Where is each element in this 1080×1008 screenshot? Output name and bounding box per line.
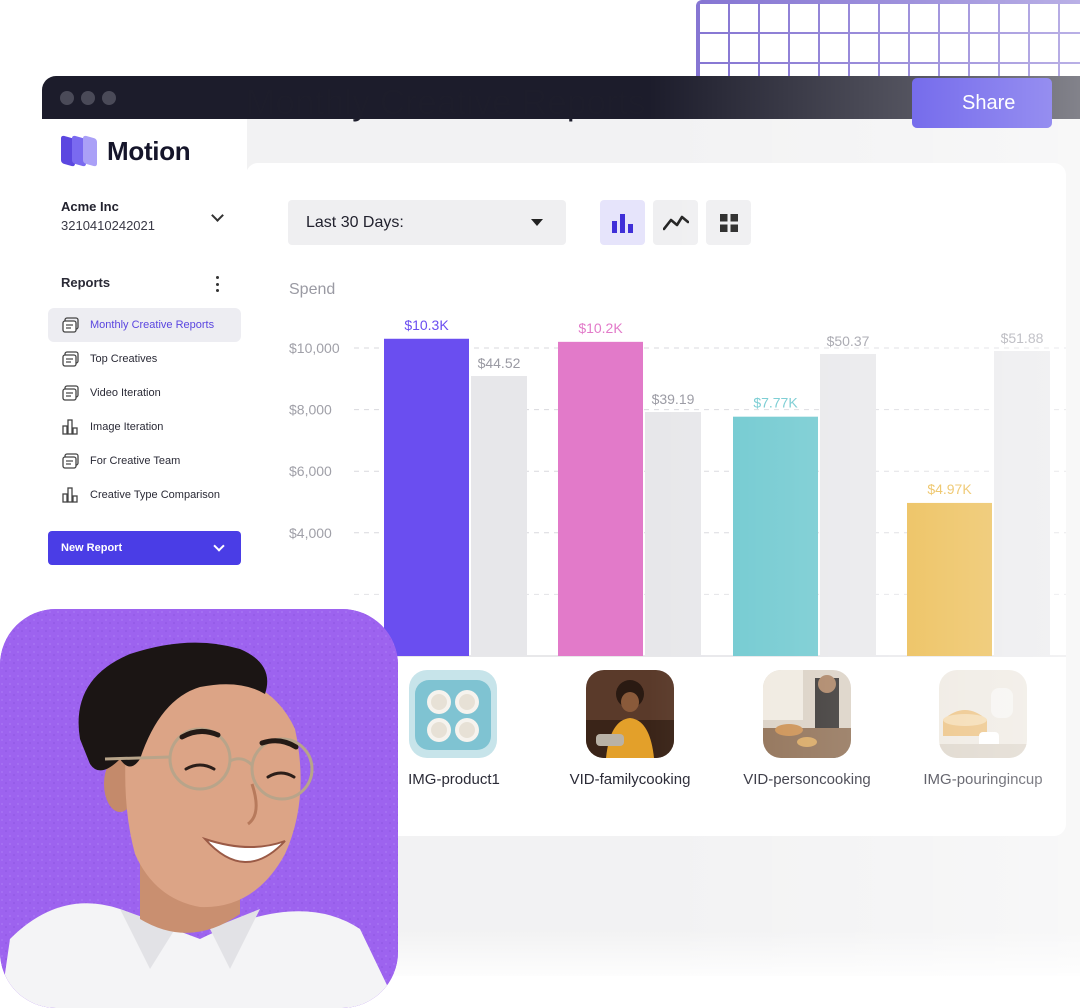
share-button[interactable]: Share bbox=[912, 78, 1052, 128]
new-report-label: New Report bbox=[61, 542, 123, 554]
creative-label: VID-familycooking bbox=[569, 771, 691, 788]
motion-logo-icon bbox=[61, 135, 99, 167]
secondary-metric-bar[interactable] bbox=[645, 412, 701, 656]
more-options-icon[interactable] bbox=[212, 276, 222, 292]
window-dot-icon bbox=[102, 91, 116, 105]
decorative-grid bbox=[696, 0, 1080, 76]
secondary-value-label: $50.37 bbox=[827, 333, 870, 349]
sidebar-item-label: Top Creatives bbox=[90, 353, 158, 365]
spend-bar-chart: Spend $10,000 $8,000 $6,000 $4,000 $10.3K $44.… bbox=[289, 281, 1066, 657]
window-dot-icon bbox=[81, 91, 95, 105]
sidebar-item-top-creatives[interactable]: Top Creatives bbox=[48, 342, 241, 376]
sidebar-item-video-iteration[interactable]: Video Iteration bbox=[48, 376, 241, 410]
spend-bar[interactable] bbox=[907, 502, 992, 656]
spend-bar[interactable] bbox=[558, 341, 643, 656]
marketing-screenshot: Motion Acme Inc 3210410242021 Reports Mo… bbox=[0, 0, 1080, 1008]
sidebar-item-label: For Creative Team bbox=[90, 455, 181, 467]
secondary-metric-bar[interactable] bbox=[820, 354, 876, 656]
spend-value-label: $10.3K bbox=[404, 317, 449, 333]
sidebar-item-label: Creative Type Comparison bbox=[90, 489, 221, 501]
chevron-down-icon bbox=[213, 540, 225, 552]
report-icon bbox=[62, 453, 79, 469]
y-tick-label: $6,000 bbox=[289, 463, 332, 479]
person-cooking-image bbox=[763, 670, 851, 758]
reports-section-title: Reports bbox=[61, 275, 111, 290]
reports-nav: Monthly Creative Reports Top Creatives Vid… bbox=[48, 308, 241, 512]
bar-report-icon bbox=[62, 419, 79, 435]
spend-value-label: $10.2K bbox=[578, 320, 623, 336]
account-name: Acme Inc bbox=[61, 199, 119, 214]
new-report-button[interactable]: New Report bbox=[48, 531, 241, 565]
account-switcher[interactable]: Acme Inc 3210410242021 bbox=[61, 199, 231, 233]
report-icon bbox=[62, 351, 79, 367]
family-cooking-image bbox=[586, 670, 674, 758]
muffin-tray-image bbox=[409, 670, 497, 758]
secondary-value-label: $44.52 bbox=[478, 355, 521, 371]
sidebar-item-label: Monthly Creative Reports bbox=[90, 319, 215, 331]
secondary-metric-bar[interactable] bbox=[994, 351, 1050, 656]
sidebar-item-creative-type-comparison[interactable]: Creative Type Comparison bbox=[48, 478, 241, 512]
report-icon bbox=[62, 317, 79, 333]
secondary-value-label: $39.19 bbox=[652, 391, 695, 407]
creative-thumbnail[interactable] bbox=[586, 670, 674, 758]
sidebar-item-label: Video Iteration bbox=[90, 387, 161, 399]
spend-value-label: $4.97K bbox=[927, 481, 972, 497]
secondary-metric-bar[interactable] bbox=[471, 376, 527, 656]
report-icon bbox=[62, 385, 79, 401]
window-dot-icon bbox=[60, 91, 74, 105]
y-tick-label: $4,000 bbox=[289, 525, 332, 541]
page-title: Monthly Creative Reports bbox=[246, 83, 646, 122]
creative-label: VID-personcooking bbox=[743, 771, 871, 788]
share-label: Share bbox=[962, 91, 1016, 114]
sidebar-item-for-creative-team[interactable]: For Creative Team bbox=[48, 444, 241, 478]
creative-thumbnail[interactable] bbox=[409, 670, 497, 758]
creative-thumbnail[interactable] bbox=[763, 670, 851, 758]
spend-bar[interactable] bbox=[733, 416, 818, 656]
pouring-cup-image bbox=[939, 670, 1027, 758]
creative-label: IMG-pouringincup bbox=[923, 771, 1043, 788]
secondary-value-label: $51.88 bbox=[1001, 330, 1044, 346]
spend-value-label: $7.77K bbox=[753, 395, 798, 411]
brand-logo[interactable]: Motion bbox=[61, 135, 191, 167]
account-id: 3210410242021 bbox=[61, 218, 155, 233]
y-tick-label: $10,000 bbox=[289, 340, 340, 356]
sidebar-item-image-iteration[interactable]: Image Iteration bbox=[48, 410, 241, 444]
creative-label: IMG-product1 bbox=[408, 771, 500, 788]
y-axis-label: Spend bbox=[289, 281, 335, 298]
customer-portrait bbox=[0, 609, 398, 1008]
creative-thumbnail[interactable] bbox=[939, 670, 1027, 758]
sidebar-item-monthly-creative-reports[interactable]: Monthly Creative Reports bbox=[48, 308, 241, 342]
smiling-man-portrait-image bbox=[0, 609, 398, 1008]
bar-report-icon bbox=[62, 487, 79, 503]
spend-bar[interactable] bbox=[384, 338, 469, 656]
y-tick-label: $8,000 bbox=[289, 402, 332, 418]
brand-name: Motion bbox=[107, 135, 191, 166]
sidebar-item-label: Image Iteration bbox=[90, 421, 164, 433]
